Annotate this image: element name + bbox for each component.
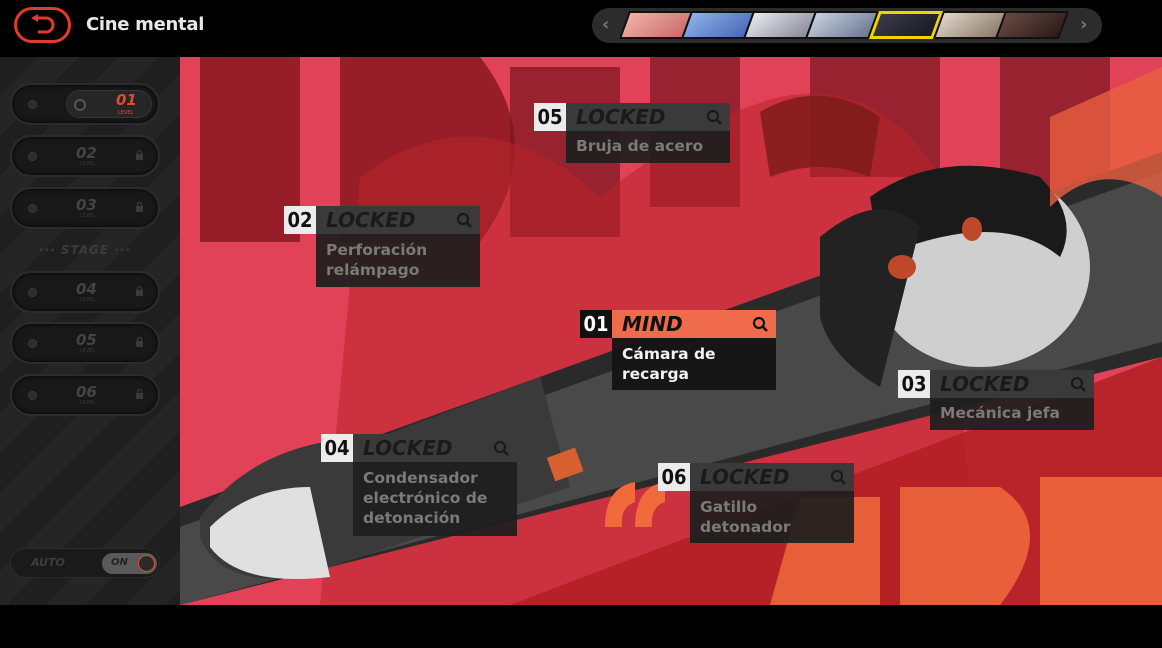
level-sub: LEVEL — [80, 213, 96, 219]
lock-icon — [136, 150, 143, 160]
search-icon — [1070, 376, 1086, 392]
eye-left — [888, 255, 916, 279]
level-sub: LEVEL — [80, 348, 96, 354]
level-number: 04 — [76, 280, 97, 298]
card-header: LOCKED — [930, 370, 1094, 398]
search-icon — [752, 316, 768, 332]
goggles-shape — [760, 95, 880, 177]
level-1-button[interactable]: 01 LEVEL — [10, 83, 160, 125]
card-number: 03 — [898, 370, 930, 398]
level-dot-icon — [28, 339, 37, 348]
card-title: Bruja de acero — [566, 131, 730, 163]
chevron-right-icon[interactable]: › — [1080, 14, 1087, 35]
portrait-7[interactable] — [994, 11, 1070, 39]
level-sub: LEVEL — [80, 297, 96, 303]
level-knob — [74, 99, 86, 111]
stage-dashes: ··· — [39, 243, 61, 257]
search-icon — [706, 109, 722, 125]
card-number: 05 — [534, 103, 566, 131]
level-number: 05 — [76, 331, 97, 349]
level-dot-icon — [28, 391, 37, 400]
search-icon — [493, 440, 509, 456]
auto-label: AUTO — [31, 556, 65, 569]
level-2-button[interactable]: 02 LEVEL — [10, 135, 160, 177]
auto-state: ON — [111, 557, 128, 568]
level-dot-icon — [28, 288, 37, 297]
toggle-knob-icon — [138, 555, 155, 572]
card-header: MIND — [612, 310, 776, 338]
card-state: LOCKED — [940, 372, 1030, 396]
stage-divider: ··· STAGE ··· — [24, 243, 146, 257]
portrait-4[interactable] — [804, 11, 880, 39]
level-number: 06 — [76, 383, 97, 401]
level-number: 02 — [76, 144, 97, 162]
level-sub: LEVEL — [80, 161, 96, 167]
card-state: LOCKED — [576, 105, 666, 129]
card-number: 01 — [580, 310, 612, 338]
page-title: Cine mental — [86, 14, 205, 35]
search-icon — [456, 212, 472, 228]
level-dot-icon — [28, 204, 37, 213]
character-selector: ‹ › — [592, 8, 1102, 43]
back-arrow-icon — [30, 14, 54, 34]
level-dot-icon — [28, 152, 37, 161]
level-dot-icon — [28, 100, 37, 109]
card-title: Perforación relámpago — [316, 234, 480, 287]
card-title: Gatillo detonador — [690, 491, 854, 543]
search-icon — [830, 469, 846, 485]
level-3-button[interactable]: 03 LEVEL — [10, 187, 160, 229]
lock-icon — [136, 202, 143, 212]
level-sidebar: 01 LEVEL 02 LEVEL 03 LEVEL ··· STAGE ···… — [0, 57, 180, 605]
level-number: 03 — [76, 196, 97, 214]
level-5-button[interactable]: 05 LEVEL — [10, 322, 160, 364]
card-number: 06 — [658, 463, 690, 491]
card-header: LOCKED — [353, 434, 517, 462]
portrait-5[interactable] — [868, 11, 944, 39]
screen: { "header": { "title": "Cine mental" }, … — [0, 0, 1162, 648]
level-6-button[interactable]: 06 LEVEL — [10, 374, 160, 416]
card-state: LOCKED — [700, 465, 790, 489]
character-artwork: 05 LOCKED Bruja de acero 02 LOCKED Perfo… — [180, 57, 1162, 605]
level-sub: LEVEL — [80, 400, 96, 406]
level-sub: LEVEL — [118, 110, 134, 116]
card-number: 02 — [284, 206, 316, 234]
card-header: LOCKED — [316, 206, 480, 234]
auto-toggle-row: AUTO ON — [10, 548, 160, 578]
lock-icon — [136, 286, 143, 296]
chevron-left-icon[interactable]: ‹ — [602, 14, 609, 35]
card-title: Mecánica jefa — [930, 398, 1094, 430]
stage-dashes: ··· — [109, 243, 131, 257]
auto-toggle[interactable]: ON — [102, 553, 157, 574]
level-4-button[interactable]: 04 LEVEL — [10, 271, 160, 313]
lock-icon — [136, 337, 143, 347]
card-state: LOCKED — [363, 436, 453, 460]
card-number: 04 — [321, 434, 353, 462]
level-number: 01 — [116, 91, 137, 109]
card-state: LOCKED — [326, 208, 416, 232]
card-title: Condensador electrónico de detonación — [353, 462, 517, 536]
eye-right — [962, 217, 982, 241]
card-header: LOCKED — [566, 103, 730, 131]
card-state: MIND — [622, 312, 683, 336]
stage-label: STAGE — [60, 243, 110, 257]
lock-icon — [136, 389, 143, 399]
card-title: Cámara de recarga — [612, 338, 776, 390]
back-button[interactable] — [14, 7, 71, 43]
card-header: LOCKED — [690, 463, 854, 491]
